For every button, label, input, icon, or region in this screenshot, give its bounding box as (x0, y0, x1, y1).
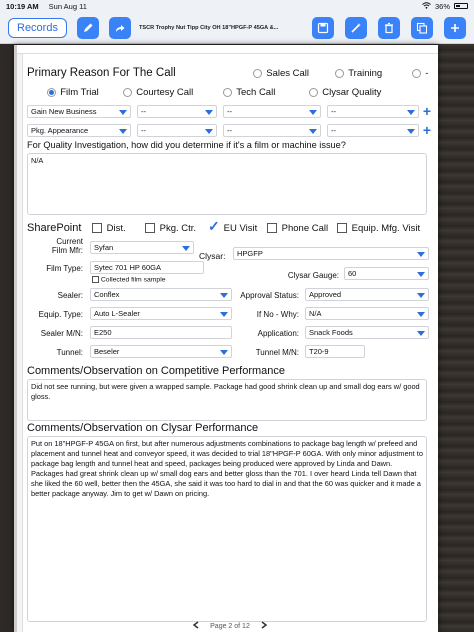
check-eu-visit[interactable]: EU Visit (208, 218, 257, 235)
battery-percent: 36% (434, 1, 450, 11)
clysar-gauge-dropdown[interactable]: 60 (344, 267, 429, 280)
reason-dropdown-1-1[interactable]: Gain New Business (27, 105, 131, 118)
checkbox[interactable] (337, 223, 347, 234)
chevron-right-icon[interactable] (260, 621, 268, 631)
checkmark-icon[interactable] (208, 218, 220, 235)
radio-courtesy-call[interactable]: Courtesy Call (123, 87, 193, 98)
page-navigator: Page 2 of 12 (160, 620, 300, 632)
clysar-label: Clysar: (199, 251, 226, 261)
add-reason-row-1-icon[interactable]: + (422, 104, 432, 118)
if-no-why-dropdown[interactable]: N/A (305, 307, 429, 320)
radio-clysar-quality[interactable]: Clysar Quality (309, 87, 381, 98)
status-time: 10:19 AM (6, 1, 39, 11)
approval-status-dropdown[interactable]: Approved (305, 288, 429, 301)
radio-indicator[interactable] (123, 88, 132, 98)
radio-dash[interactable]: - (412, 68, 428, 79)
checkbox[interactable] (92, 276, 99, 283)
radio-training[interactable]: Training (335, 68, 382, 79)
collected-sample-check[interactable]: Collected film sample (92, 276, 165, 283)
radio-tech-call[interactable]: Tech Call (223, 87, 275, 98)
page-left-divider (17, 54, 23, 632)
add-reason-row-2-icon[interactable]: + (422, 123, 432, 137)
sealer-dropdown[interactable]: Conflex (90, 288, 232, 301)
radio-sales-call[interactable]: Sales Call (253, 68, 309, 79)
wand-icon[interactable] (345, 16, 367, 39)
background-strip (438, 0, 474, 632)
reason-dropdown-1-2[interactable]: -- (137, 105, 217, 118)
reason-dropdown-2-1[interactable]: Pkg. Appearance (27, 124, 131, 137)
checkbox[interactable] (145, 223, 155, 234)
form-page: Primary Reason For The Call Sales Call T… (14, 45, 438, 632)
film-type-label: Film Type: (46, 264, 83, 273)
quality-question: For Quality Investigation, how did you d… (27, 140, 346, 150)
radio-indicator[interactable] (253, 69, 262, 79)
reason-dropdown-2-3[interactable]: -- (223, 124, 321, 137)
current-film-mfr-label: Current Film Mfr: (51, 237, 83, 255)
checkbox[interactable] (92, 223, 102, 234)
chevron-left-icon[interactable] (192, 621, 200, 631)
edit-pencil-icon[interactable] (76, 16, 99, 39)
competitive-heading: Comments/Observation on Competitive Perf… (27, 365, 285, 377)
sealer-mn-field[interactable]: E250 (90, 326, 232, 339)
radio-film-trial[interactable]: Film Trial (47, 87, 99, 98)
reason-dropdown-1-3[interactable]: -- (223, 105, 321, 118)
status-bar: 10:19 AM Sun Aug 11 36% (0, 0, 474, 12)
record-title: TSCR Trophy Nut Tipp City OH 18"HPGF-P 4… (138, 24, 279, 31)
clysar-dropdown[interactable]: HPGFP (233, 247, 429, 260)
application-dropdown[interactable]: Snack Foods (305, 326, 429, 339)
save-icon[interactable] (312, 16, 334, 39)
radio-indicator[interactable] (412, 69, 421, 79)
battery-icon (454, 3, 468, 9)
application-label: Application: (257, 329, 299, 338)
check-phone-call[interactable]: Phone Call (267, 223, 328, 234)
radio-indicator[interactable] (309, 88, 318, 98)
tunnel-label: Tunnel: (56, 348, 83, 357)
trash-icon[interactable] (378, 16, 400, 39)
competitive-comments-field[interactable]: Did not see running, but were given a wr… (27, 379, 427, 421)
sealer-mn-label: Sealer M/N: (40, 329, 83, 338)
tunnel-mn-field[interactable]: T20-9 (305, 345, 365, 358)
status-date: Sun Aug 11 (48, 1, 87, 11)
clysar-gauge-label: Clysar Gauge: (287, 271, 339, 280)
sharepoint-label: SharePoint (27, 222, 82, 234)
sealer-label: Sealer: (57, 291, 83, 300)
check-pkg-ctr[interactable]: Pkg. Ctr. (145, 223, 196, 234)
page-indicator: Page 2 of 12 (210, 622, 250, 630)
tunnel-dropdown[interactable]: Beseler (90, 345, 232, 358)
duplicate-icon[interactable] (411, 16, 433, 39)
primary-reason-heading: Primary Reason For The Call (27, 67, 176, 79)
quality-answer-field[interactable]: N/A (27, 153, 427, 215)
toolbar: Records TSCR Trophy Nut Tipp City OH 18"… (0, 12, 474, 44)
equip-type-dropdown[interactable]: Auto L-Sealer (90, 307, 232, 320)
share-icon[interactable] (108, 16, 131, 39)
approval-status-label: Approval Status: (240, 291, 299, 300)
wifi-icon (422, 1, 431, 11)
records-button[interactable]: Records (8, 17, 67, 38)
add-record-icon[interactable] (444, 16, 466, 39)
clysar-performance-field[interactable]: Put on 18"HPGF-P 45GA on first, but afte… (27, 436, 427, 622)
reason-dropdown-1-4[interactable]: -- (327, 105, 419, 118)
radio-indicator[interactable] (223, 88, 232, 98)
check-dist[interactable]: Dist. (92, 223, 126, 234)
current-film-mfr-dropdown[interactable]: Syfan (90, 241, 194, 254)
tunnel-mn-label: Tunnel M/N: (255, 348, 299, 357)
if-no-why-label: If No - Why: (256, 310, 299, 319)
film-type-field[interactable]: Sytec 701 HP 60GA (90, 261, 204, 274)
reason-dropdown-2-4[interactable]: -- (327, 124, 419, 137)
page-top-divider (17, 45, 438, 54)
radio-indicator[interactable] (47, 88, 56, 98)
checkbox[interactable] (267, 223, 277, 234)
equip-type-label: Equip. Type: (38, 310, 83, 319)
reason-dropdown-2-2[interactable]: -- (137, 124, 217, 137)
radio-indicator[interactable] (335, 69, 344, 79)
clysar-performance-heading: Comments/Observation on Clysar Performan… (27, 422, 259, 434)
check-equip-mfg-visit[interactable]: Equip. Mfg. Visit (337, 223, 420, 234)
